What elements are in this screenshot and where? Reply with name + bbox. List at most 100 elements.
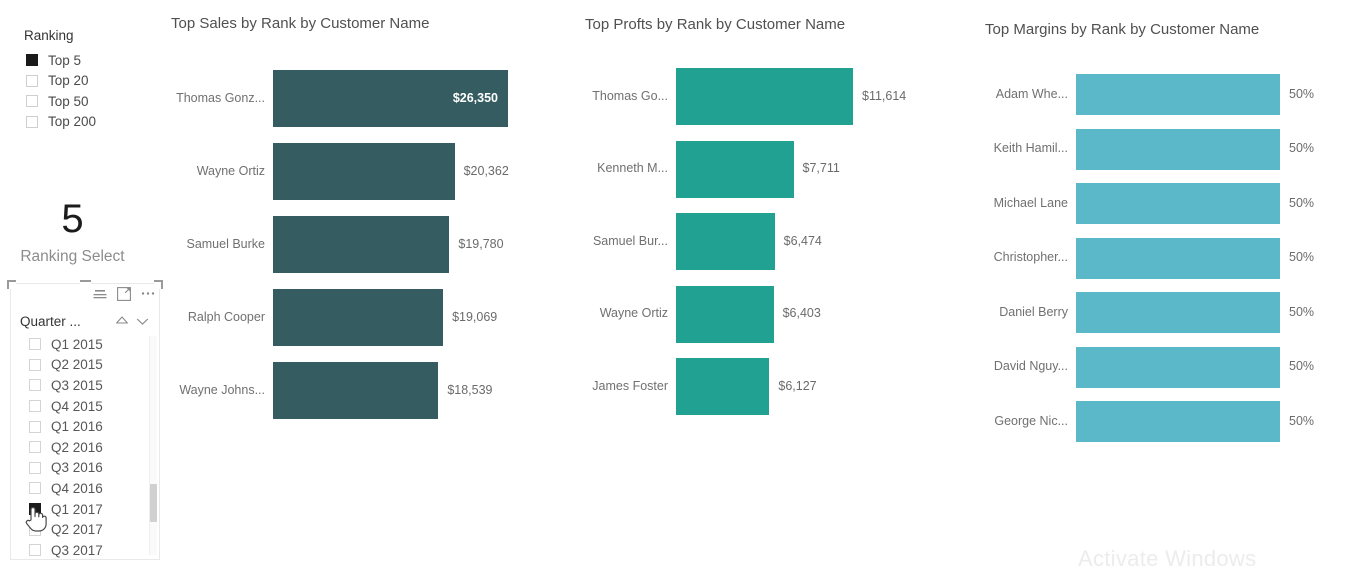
slicer-item-label: Q2 2016 (51, 439, 103, 455)
bar-row[interactable]: Keith Hamil... 50% (975, 128, 1365, 170)
bar-category-label: James Foster (592, 378, 668, 393)
slicer-item-q2-2016[interactable]: Q2 2016 (11, 437, 159, 458)
slicer-item-q4-2016[interactable]: Q4 2016 (11, 478, 159, 499)
slicer-item-checkbox[interactable] (29, 338, 41, 351)
slicer-item-list[interactable]: Q1 2015 Q2 2015 Q3 2015 Q4 2015 Q1 2016 Q2 20… (11, 334, 159, 559)
slicer-resize-handle-top-left[interactable] (7, 280, 16, 289)
slicer-item-q3-2017[interactable]: Q3 2017 (11, 540, 159, 559)
bar-segment[interactable] (273, 362, 439, 419)
more-options-icon[interactable] (140, 286, 155, 301)
expand-dropdown-icon[interactable] (135, 314, 150, 329)
slicer-scrollbar[interactable] (149, 336, 157, 555)
bar-segment[interactable] (1076, 346, 1280, 388)
slicer-item-q1-2016[interactable]: Q1 2016 (11, 416, 159, 437)
clear-selections-icon[interactable] (114, 314, 129, 329)
bar-row[interactable]: George Nic... 50% (975, 401, 1365, 442)
bar-segment[interactable] (273, 143, 455, 200)
bar-category-label: Ralph Cooper (187, 309, 265, 324)
bar-value-label: 50% (1289, 413, 1315, 428)
slicer-item-q3-2016[interactable]: Q3 2016 (11, 458, 159, 479)
bar-row[interactable]: Wayne Johns... $18,539 (160, 362, 580, 419)
bar-value-label: $6,403 (782, 306, 821, 320)
ranking-option-4[interactable]: Top 200 (26, 112, 156, 133)
bar-row[interactable]: Thomas Go... $11,614 (580, 68, 975, 125)
slicer-item-label: Q2 2017 (51, 522, 103, 538)
bar-value-label: 50% (1289, 359, 1315, 373)
bar-row[interactable]: Ralph Cooper $19,069 (160, 289, 580, 346)
bar-category-label: David Nguy... (993, 359, 1068, 373)
ranking-option-checkbox[interactable] (26, 95, 38, 108)
bar-segment[interactable] (676, 358, 770, 415)
ranking-select-label: Ranking Select (20, 248, 125, 265)
bar-row[interactable]: Wayne Ortiz $6,403 (580, 285, 975, 343)
bar-row[interactable]: Christopher... 50% (975, 237, 1365, 279)
ranking-option-1[interactable]: Top 5 (26, 50, 156, 71)
bar-row[interactable]: James Foster $6,127 (580, 358, 975, 415)
bar-value-label: $19,780 (458, 236, 504, 251)
slicer-item-label: Q3 2015 (51, 377, 103, 393)
slicer-item-checkbox[interactable] (29, 523, 41, 536)
windows-activation-watermark: Activate Windows (1078, 546, 1257, 571)
bar-segment[interactable] (1076, 128, 1280, 170)
slicer-item-checkbox[interactable] (29, 503, 41, 516)
ranking-option-checkbox[interactable] (26, 54, 38, 67)
bar-segment[interactable] (676, 68, 853, 125)
slicer-item-q2-2015[interactable]: Q2 2015 (11, 355, 159, 376)
bar-segment[interactable] (676, 213, 775, 270)
bar-value-label: $20,362 (463, 163, 509, 178)
ranking-option-3[interactable]: Top 50 (26, 91, 156, 112)
bar-row[interactable]: Thomas Gonz... $26,350 (160, 70, 580, 127)
bar-row[interactable]: Kenneth M... $7,711 (580, 140, 975, 198)
slicer-item-q3-2015[interactable]: Q3 2015 (11, 375, 159, 396)
ranking-option-checkbox[interactable] (26, 74, 38, 87)
chart-top-sales[interactable]: Top Sales by Rank by Customer Name Thoma… (160, 0, 580, 560)
bar-row[interactable]: Daniel Berry 50% (975, 292, 1365, 333)
bar-row[interactable]: Samuel Burke $19,780 (160, 216, 580, 273)
focus-mode-icon[interactable] (116, 286, 131, 301)
bar-segment[interactable] (273, 216, 450, 273)
bar-row[interactable]: David Nguy... 50% (975, 346, 1365, 388)
bar-segment[interactable] (676, 140, 794, 198)
slicer-item-q1-2015[interactable]: Q1 2015 (11, 334, 159, 355)
bar-segment[interactable] (1076, 74, 1280, 115)
bar-category-label: Thomas Gonz... (176, 90, 265, 105)
slicer-item-label: Q1 2016 (51, 419, 103, 435)
bar-segment[interactable] (676, 285, 774, 343)
ranking-value-card: 5 (61, 197, 84, 241)
bar-segment[interactable] (1076, 401, 1280, 442)
slicer-scrollbar-thumb[interactable] (150, 484, 157, 522)
slicer-item-label: Q3 2017 (51, 542, 103, 558)
chart-top-margins[interactable]: Top Margins by Rank by Customer Name Ada… (975, 0, 1365, 560)
slicer-item-checkbox[interactable] (29, 379, 41, 392)
slicer-item-checkbox[interactable] (29, 461, 41, 474)
slicer-resize-handle-top-middle[interactable] (80, 280, 91, 289)
chart-top-profits[interactable]: Top Profts by Rank by Customer Name Thom… (580, 0, 975, 560)
chart-title-sales: Top Sales by Rank by Customer Name (171, 15, 430, 32)
bar-segment[interactable] (273, 289, 444, 346)
bar-row[interactable]: Adam Whe... 50% (975, 74, 1365, 115)
slicer-item-checkbox[interactable] (29, 358, 41, 371)
bar-row[interactable]: Wayne Ortiz $20,362 (160, 143, 580, 200)
bar-category-label: Michael Lane (993, 195, 1068, 210)
slicer-item-q2-2017[interactable]: Q2 2017 (11, 519, 159, 540)
ranking-option-label: Top 200 (48, 114, 97, 130)
slicer-item-checkbox[interactable] (29, 441, 41, 454)
filter-icon[interactable] (92, 286, 107, 301)
bar-segment[interactable] (1076, 183, 1280, 224)
bar-category-label: Samuel Bur... (592, 233, 668, 248)
bar-value-label: 50% (1289, 141, 1315, 155)
slicer-item-checkbox[interactable] (29, 400, 41, 413)
quarter-slicer-panel[interactable]: Quarter ... Q1 2015 Q2 2015 Q3 2015 Q4 2015… (7, 280, 163, 560)
slicer-item-q1-2017[interactable]: Q1 2017 (11, 499, 159, 520)
bar-segment[interactable] (1076, 292, 1280, 333)
ranking-option-2[interactable]: Top 20 (26, 71, 156, 92)
ranking-slicer[interactable]: Top 5 Top 20 Top 50 Top 200 (26, 50, 156, 132)
slicer-item-q4-2015[interactable]: Q4 2015 (11, 396, 159, 417)
bar-row[interactable]: Michael Lane 50% (975, 183, 1365, 224)
slicer-item-checkbox[interactable] (29, 544, 41, 557)
slicer-item-checkbox[interactable] (29, 482, 41, 495)
bar-segment[interactable] (1076, 237, 1280, 279)
slicer-item-checkbox[interactable] (29, 420, 41, 433)
ranking-option-checkbox[interactable] (26, 115, 38, 128)
bar-row[interactable]: Samuel Bur... $6,474 (580, 213, 975, 270)
